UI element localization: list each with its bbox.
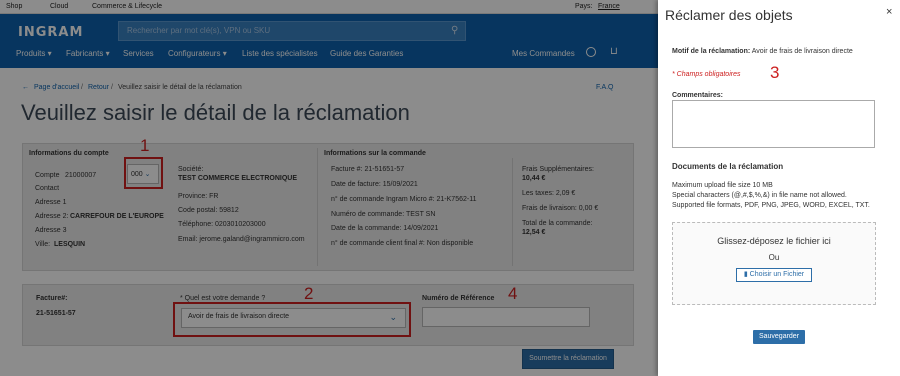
required-note: * Champs obligatoires: [672, 71, 741, 78]
drawer-title: Réclamer des objets: [665, 7, 793, 23]
file-dropzone[interactable]: [672, 222, 876, 305]
reason-text: Motif de la réclamation: Avoir de frais …: [672, 48, 853, 55]
drop-text: Glissez-déposez le fichier ici: [717, 236, 831, 246]
save-button[interactable]: Sauvegarder: [753, 330, 805, 344]
close-icon[interactable]: ×: [886, 6, 892, 18]
comments-label: Commentaires:: [672, 92, 723, 99]
choose-file-button[interactable]: ▮ Choisir un Fichier: [736, 268, 812, 282]
docs-heading: Documents de la réclamation: [672, 162, 784, 171]
annotation-number-3: 3: [770, 63, 780, 82]
upload-rule-chars: Special characters (@,#,$,%,&) in file n…: [672, 192, 847, 199]
or-text: Ou: [768, 253, 780, 262]
modal-backdrop[interactable]: [0, 0, 658, 376]
upload-rule-formats: Supported file formats, PDF, PNG, JPEG, …: [672, 202, 870, 209]
comments-textarea[interactable]: [672, 100, 875, 148]
file-icon: ▮: [743, 271, 748, 278]
upload-rule-size: Maximum upload file size 10 MB: [672, 182, 773, 189]
